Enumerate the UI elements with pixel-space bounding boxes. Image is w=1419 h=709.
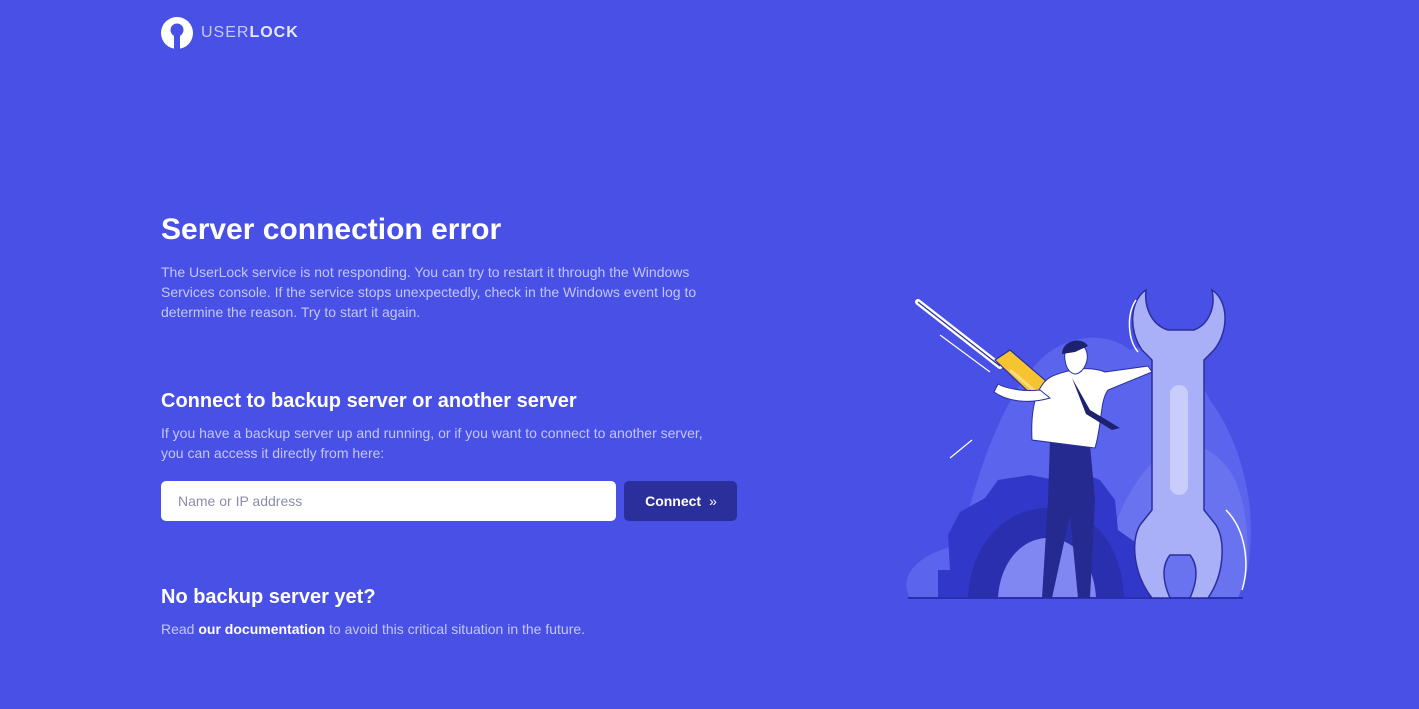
main-content: Server connection error The UserLock ser… <box>161 210 751 637</box>
no-backup-title: No backup server yet? <box>161 586 376 608</box>
logo-text: USERLOCK <box>201 17 299 49</box>
error-title: Server connection error <box>161 213 502 246</box>
connect-description: If you have a backup server up and runni… <box>161 425 703 461</box>
connect-title: Connect to backup server or another serv… <box>161 390 577 412</box>
logo-text-light: USER <box>201 24 250 41</box>
maintenance-illustration <box>906 288 1251 599</box>
userlock-logo[interactable]: USERLOCK <box>161 17 299 49</box>
connect-section: Connect to backup server or another serv… <box>161 387 751 521</box>
no-backup-section: No backup server yet? Read our documenta… <box>161 583 751 639</box>
no-backup-text: Read our documentation to avoid this cri… <box>161 619 741 639</box>
connect-button[interactable]: Connect » <box>624 481 737 521</box>
no-backup-text-after: to avoid this critical situation in the … <box>325 621 586 637</box>
server-address-input[interactable] <box>161 481 616 521</box>
error-description: The UserLock service is not responding. … <box>161 264 697 320</box>
connect-button-label: Connect <box>645 493 702 509</box>
page: USERLOCK Server connection error The Use… <box>0 0 1419 709</box>
logo-text-bold: LOCK <box>249 24 299 41</box>
keyhole-icon <box>161 17 193 49</box>
connect-form: Connect » <box>161 481 751 521</box>
no-backup-text-before: Read <box>161 621 199 637</box>
documentation-link[interactable]: our documentation <box>198 621 325 637</box>
double-chevron-right-icon: » <box>709 493 717 509</box>
